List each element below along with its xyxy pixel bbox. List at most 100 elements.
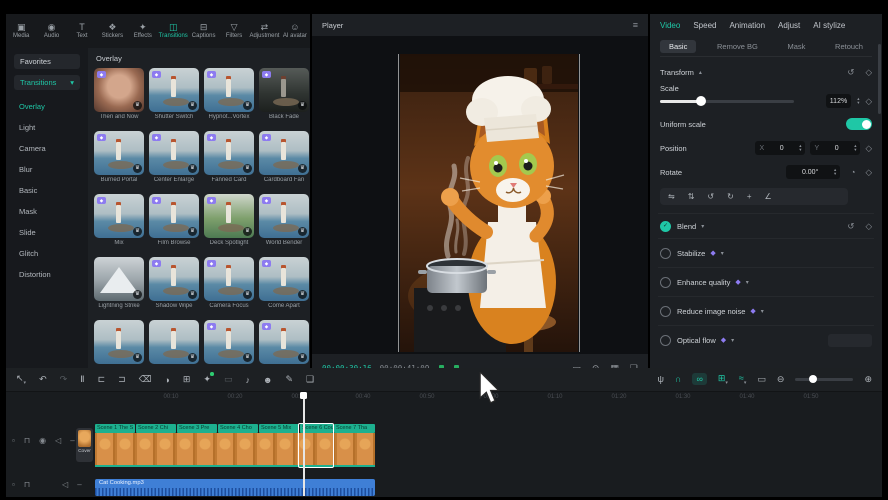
optical-flow-checkbox[interactable] (660, 335, 671, 346)
cover-button[interactable]: Cover (76, 428, 93, 462)
transition-tile[interactable]: ♛Lightning Strike (94, 257, 144, 310)
sidebar-item-camera[interactable]: Camera (6, 138, 88, 159)
position-y-input[interactable]: Y 0 ▴▾ (810, 141, 860, 155)
inspector-scrollbar[interactable] (878, 44, 881, 114)
tab-ai-avatar[interactable]: ☺AI avatar (280, 22, 310, 40)
tab-media[interactable]: ▣Media (6, 22, 36, 40)
uniform-scale-toggle[interactable] (846, 118, 872, 130)
scene-marker[interactable]: Scene 7 Tha (334, 424, 375, 433)
collapse-icon[interactable]: ‒ (77, 480, 81, 489)
sidebar-item-glitch[interactable]: Glitch (6, 243, 88, 264)
undo-icon[interactable]: ↶ (39, 374, 47, 385)
tab-adjust[interactable]: Adjust (778, 21, 800, 30)
sidebar-item-slide[interactable]: Slide (6, 222, 88, 243)
smart-edit-icon[interactable]: ✦ (203, 374, 211, 385)
tab-text[interactable]: TText (67, 22, 97, 40)
transition-tile[interactable]: ◆♛Film Browse (149, 194, 199, 247)
sidebar-item-blur[interactable]: Blur (6, 159, 88, 180)
sidebar-item-light[interactable]: Light (6, 117, 88, 138)
transform-section-title[interactable]: Transform (660, 68, 694, 77)
tab-filters[interactable]: ▽Filters (219, 22, 249, 40)
rotate-cw-icon[interactable]: ↻ (727, 192, 734, 201)
transition-tile[interactable]: ◆♛Cardboard Fan (259, 131, 309, 184)
timeline-zoom-knob[interactable] (809, 375, 817, 383)
tab-video[interactable]: Video (660, 21, 680, 30)
rotate-dial-icon[interactable]: ◔ (850, 167, 855, 177)
tab-ai-stylize[interactable]: AI stylize (813, 21, 845, 30)
optical-flow-quality-button[interactable] (828, 334, 872, 347)
keyframe-icon[interactable]: ◇ (865, 67, 872, 78)
tab-animation[interactable]: Animation (729, 21, 765, 30)
scale-value-input[interactable]: 112% (826, 94, 851, 108)
keyframe-icon[interactable]: ◇ (865, 167, 872, 178)
transition-tile[interactable]: ◆♛Camera Focus (204, 257, 254, 310)
auto-link-icon[interactable]: ∞ (692, 373, 706, 385)
playhead-handle[interactable] (300, 392, 307, 399)
keyframe-icon[interactable]: ◇ (865, 96, 872, 107)
scene-marker[interactable]: Scene 3 Pre (177, 424, 217, 433)
enhance-quality-checkbox[interactable] (660, 277, 671, 288)
mirror-cast-icon[interactable]: ▭ (757, 374, 766, 385)
subtab-mask[interactable]: Mask (778, 40, 814, 53)
tab-transitions[interactable]: ◫Transitions (158, 22, 188, 40)
player-menu-icon[interactable]: ≡ (633, 20, 638, 30)
subtab-basic[interactable]: Basic (660, 40, 696, 53)
position-x-stepper[interactable]: ▴▾ (799, 144, 801, 152)
select-tool-icon[interactable]: ↖▾ (16, 373, 26, 386)
sidebar-item-mask[interactable]: Mask (6, 201, 88, 222)
tab-captions[interactable]: ⊟Captions (188, 22, 218, 40)
favorites-button[interactable]: Favorites (14, 54, 80, 69)
sidebar-item-basic[interactable]: Basic (6, 180, 88, 201)
mute-icon[interactable]: ◁ (55, 436, 61, 445)
transition-tile[interactable]: ◆♛Then and Now (94, 68, 144, 121)
stabilize-checkbox[interactable] (660, 248, 671, 259)
reset-icon[interactable]: ↺ (847, 221, 854, 232)
transition-tile[interactable]: ◆♛World Bender (259, 194, 309, 247)
keyframe-icon[interactable]: ◇ (865, 143, 872, 154)
transition-tile[interactable]: ◆♛Shadow Wipe (149, 257, 199, 310)
subtab-retouch[interactable]: Retouch (826, 40, 872, 53)
keyframe-icon[interactable]: ◇ (865, 221, 872, 232)
crop-icon[interactable]: ⊞ (183, 374, 191, 385)
graph-tools-icon[interactable]: ≈▾ (739, 373, 746, 386)
track-style-icon[interactable]: ▫ (12, 436, 15, 445)
delete-icon[interactable]: ⌫ (139, 374, 152, 385)
transition-tile[interactable]: ◆♛ (204, 320, 254, 364)
track-style-icon[interactable]: ▫ (12, 480, 15, 489)
trim-left-icon[interactable]: ⊏ (98, 374, 106, 385)
transition-tile[interactable]: ◆♛Come Apart (259, 257, 309, 310)
subtab-remove-bg[interactable]: Remove BG (708, 40, 767, 53)
collapse-icon[interactable]: ‒ (70, 436, 74, 445)
trim-right-icon[interactable]: ⊐ (118, 374, 126, 385)
video-preview[interactable] (400, 54, 578, 352)
transition-tile[interactable]: ◆♛Black Fade (259, 68, 309, 121)
mute-icon[interactable]: ◁ (62, 480, 68, 489)
transition-tile[interactable]: ◆♛Deck Spotlight (204, 194, 254, 247)
flip-vertical-icon[interactable]: ⇅ (688, 192, 695, 201)
reset-icon[interactable]: ↺ (847, 67, 854, 78)
scene-marker[interactable]: Scene 4 Cho (218, 424, 258, 433)
position-x-input[interactable]: X 0 ▴▾ (755, 141, 805, 155)
tab-audio[interactable]: ◉Audio (36, 22, 66, 40)
tab-effects[interactable]: ✦Effects (128, 22, 158, 40)
split-icon[interactable]: Ⅱ (80, 374, 84, 385)
transition-tile[interactable]: ◆♛Hypnot...Vortex (204, 68, 254, 121)
timeline-ruler[interactable]: 00:10 00:20 00:30 00:40 00:50 01:00 01:1… (6, 391, 882, 407)
audio-track-clip[interactable]: Cat Cooking.mp3 (95, 479, 375, 496)
transition-tile[interactable]: ◆♛Mix (94, 194, 144, 247)
video-right-handle[interactable] (579, 54, 580, 352)
hide-icon[interactable]: ◉ (39, 436, 46, 445)
transitions-group-button[interactable]: Transitions▾ (14, 75, 80, 90)
transition-tile[interactable]: ♛ (94, 320, 144, 364)
preview-axis-icon[interactable]: ⊞▾ (718, 373, 728, 386)
tab-speed[interactable]: Speed (693, 21, 716, 30)
portrait-matting-icon[interactable]: ☻ (263, 375, 272, 385)
magic-tool-icon[interactable]: ✎ (285, 374, 293, 385)
scene-marker[interactable]: Scene 1 The S (95, 424, 135, 433)
scale-slider[interactable] (660, 100, 794, 103)
transition-tile[interactable]: ◆♛Burned Portal (94, 131, 144, 184)
timeline-zoom-slider[interactable] (795, 378, 853, 381)
scale-slider-knob[interactable] (696, 96, 706, 106)
transition-tile[interactable]: ◆♛Fanned Card (204, 131, 254, 184)
mirror-icon[interactable]: ◑ (164, 375, 169, 385)
